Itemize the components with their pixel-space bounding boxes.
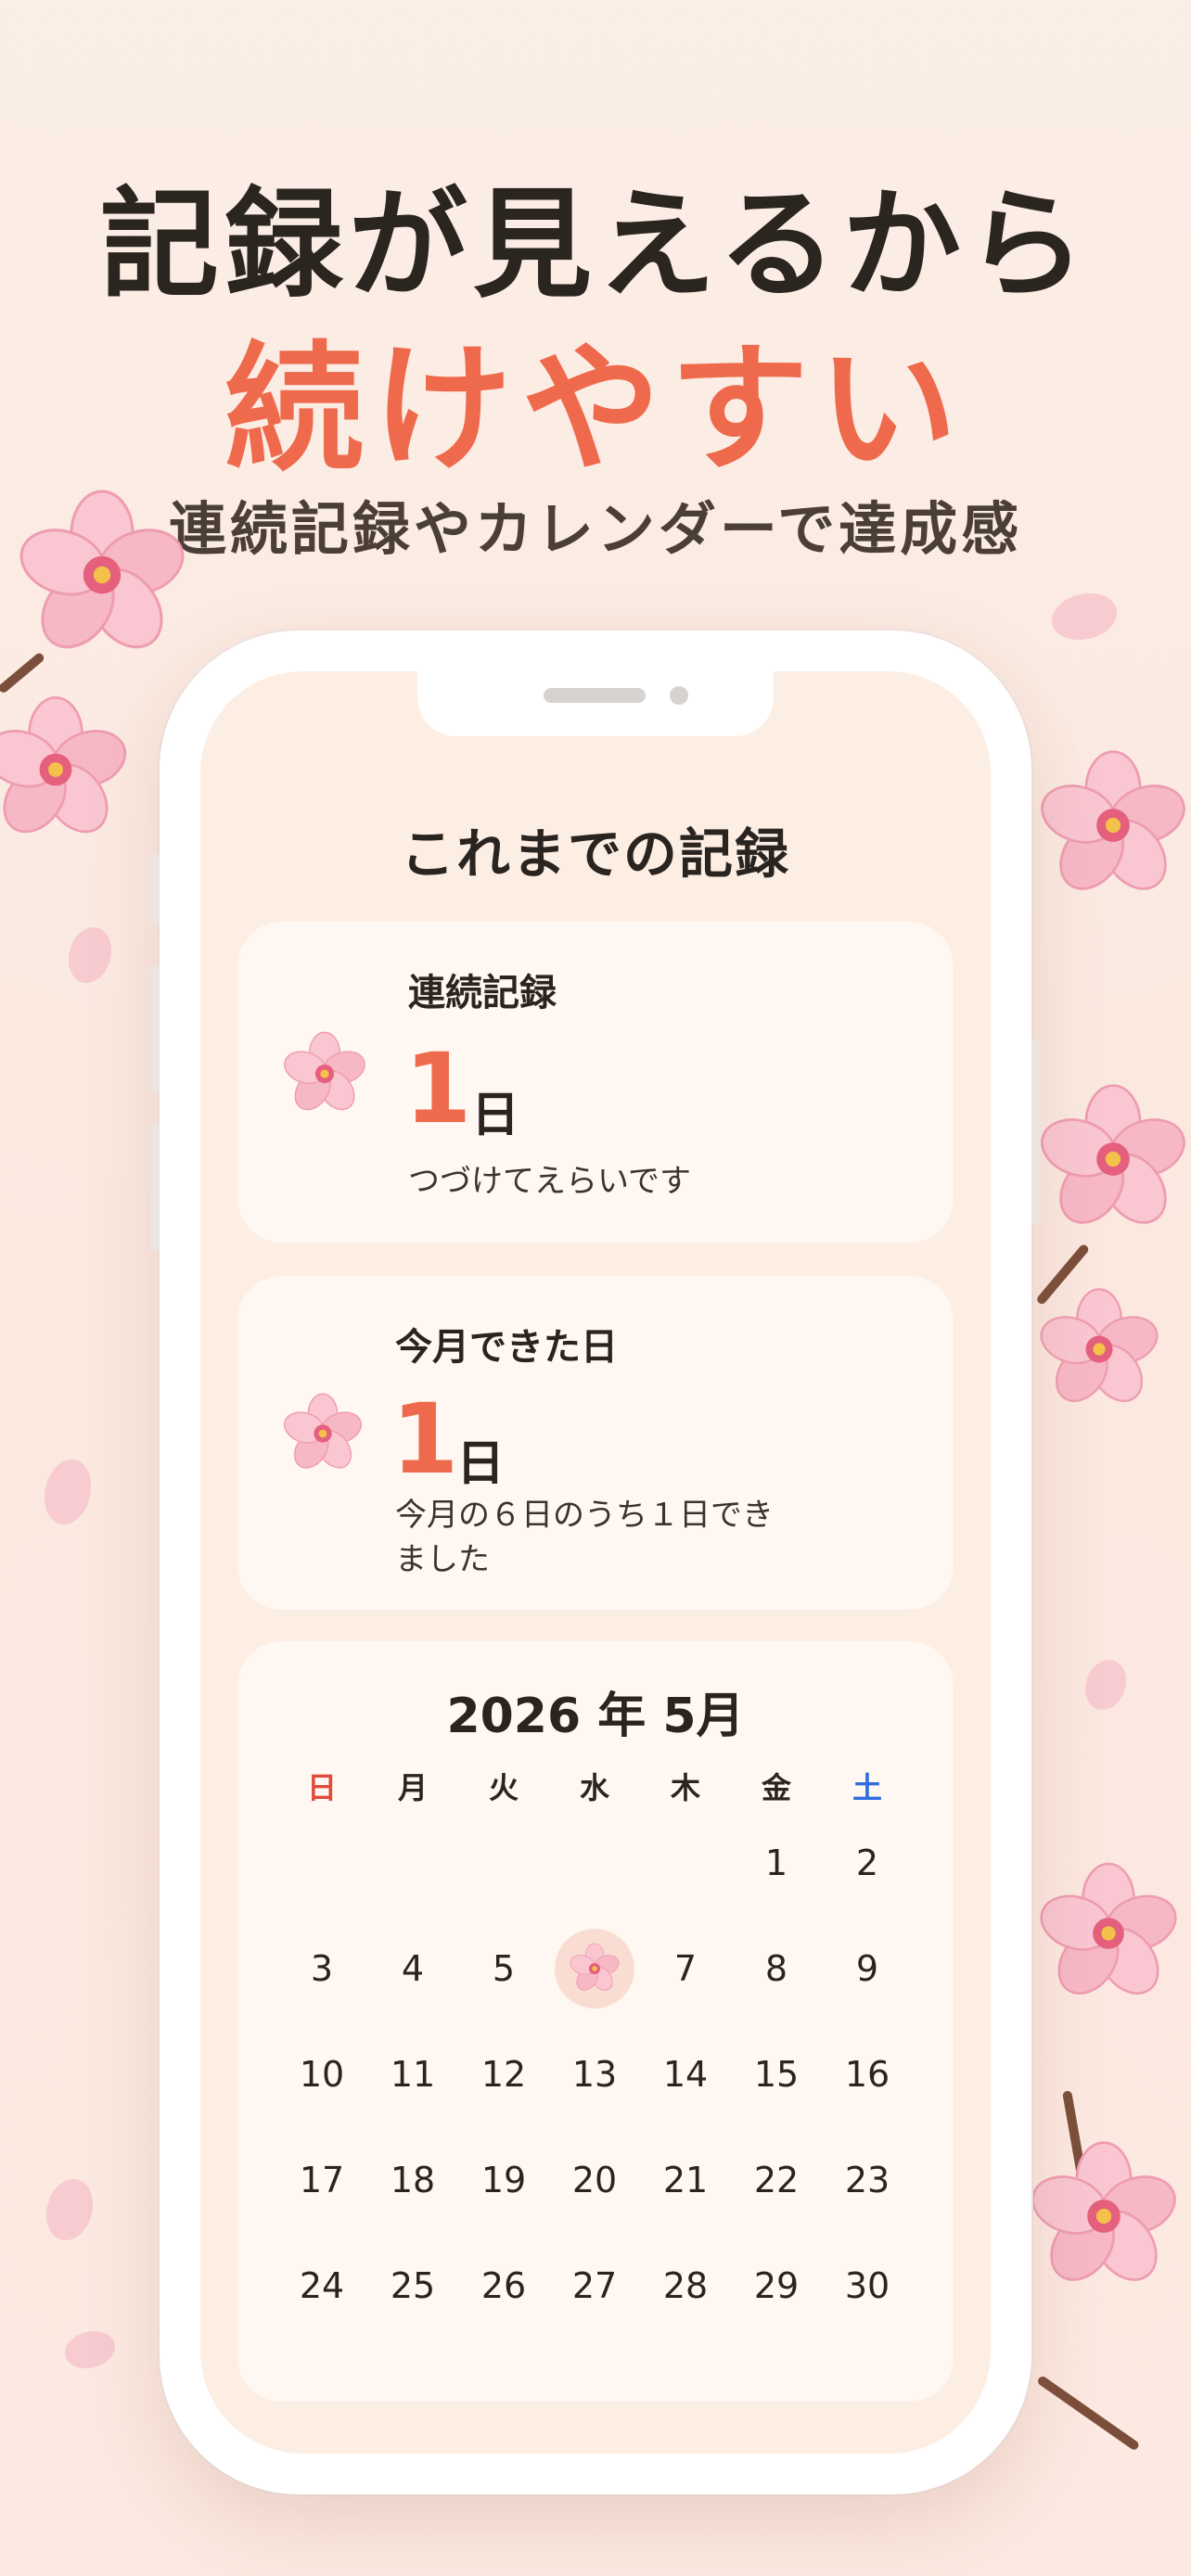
calendar-card: 2026 年 5月 日月火水木金土 1 2 3 4 5 7 8 9 10 11 12 13 14 15 16 1… (237, 1641, 954, 2402)
sakura-decoration-icon (1040, 1862, 1177, 1995)
calendar-day[interactable]: 5 (458, 1923, 549, 2014)
petal-decoration (69, 927, 111, 983)
month-message-line: 今月の６日のうち１日でき (395, 1497, 774, 1534)
calendar-day[interactable]: 1 (731, 1817, 822, 1908)
month-card: 今月できた日 1 日 今月の６日のうち１日でき ました (237, 1276, 954, 1610)
streak-value: 1 (404, 1032, 472, 1145)
month-value: 1 (391, 1383, 459, 1496)
phone-side-button (150, 1122, 160, 1252)
month-message: 今月の６日のうち１日でき ました (395, 1493, 774, 1582)
calendar-day[interactable]: 13 (549, 2029, 640, 2120)
calendar-day[interactable]: 9 (822, 1923, 913, 2014)
page-title: これまでの記録 (400, 823, 790, 886)
sakura-icon (570, 1943, 620, 1991)
calendar-day[interactable]: 20 (549, 2135, 640, 2225)
calendar-day[interactable]: 4 (367, 1923, 458, 2014)
month-unit: 日 (456, 1436, 506, 1492)
calendar-day[interactable]: 26 (458, 2240, 549, 2331)
phone-side-button (1031, 1039, 1041, 1224)
calendar-day[interactable]: 7 (640, 1923, 731, 2014)
phone-mockup: これまでの記録 連続記録 1 日 つづけてえらいです 今月できた日 1 日 今月… (150, 631, 1041, 2494)
calendar-day[interactable]: 23 (822, 2135, 913, 2225)
sakura-icon (284, 1031, 365, 1111)
streak-message: つづけてえらいです (408, 1163, 691, 1200)
speaker-grille (544, 688, 646, 703)
calendar-day[interactable]: 3 (276, 1923, 367, 2014)
month-label: 今月できた日 (395, 1326, 618, 1369)
phone-notch (417, 671, 774, 736)
sakura-decoration-icon (1041, 750, 1185, 890)
headline-accent: 続けやすい (224, 329, 967, 491)
calendar-day[interactable]: 19 (458, 2135, 549, 2225)
branch-decoration (1036, 2374, 1141, 2452)
phone-side-button (150, 853, 160, 927)
calendar-day[interactable]: 2 (822, 1817, 913, 1908)
weekday-header: 月 (397, 1770, 428, 1805)
calendar-day[interactable]: 8 (731, 1923, 822, 2014)
petal-decoration (65, 2331, 115, 2368)
weekday-header: 金 (761, 1770, 791, 1805)
weekday-header: 土 (852, 1770, 882, 1805)
petal-decoration (45, 1460, 91, 1524)
calendar-day[interactable]: 14 (640, 2029, 731, 2120)
calendar-day[interactable]: 10 (276, 2029, 367, 2120)
streak-unit: 日 (471, 1088, 520, 1143)
calendar-day[interactable]: 29 (731, 2240, 822, 2331)
petal-decoration (1052, 593, 1117, 640)
calendar-day[interactable]: 16 (822, 2029, 913, 2120)
calendar-day[interactable]: 27 (549, 2240, 640, 2331)
calendar-day[interactable]: 11 (367, 2029, 458, 2120)
calendar-day-marked[interactable] (549, 1923, 640, 2014)
calendar-day[interactable]: 17 (276, 2135, 367, 2225)
app-screen: これまでの記録 連続記録 1 日 つづけてえらいです 今月できた日 1 日 今月… (200, 671, 991, 2454)
petal-decoration (46, 2179, 93, 2240)
calendar-day[interactable]: 22 (731, 2135, 822, 2225)
calendar-day[interactable]: 18 (367, 2135, 458, 2225)
calendar-day[interactable]: 25 (367, 2240, 458, 2331)
headline-main: 記録が見えるから (99, 176, 1092, 314)
sakura-icon (284, 1393, 362, 1469)
calendar-day[interactable]: 12 (458, 2029, 549, 2120)
sakura-decoration-icon (1040, 1288, 1159, 1402)
streak-card: 連続記録 1 日 つづけてえらいです (237, 922, 954, 1243)
month-message-line: ました (395, 1541, 490, 1578)
sakura-decoration-icon (1031, 2141, 1176, 2281)
weekday-header: 木 (670, 1770, 700, 1805)
calendar-day[interactable]: 24 (276, 2240, 367, 2331)
sakura-decoration-icon (0, 696, 127, 834)
calendar-day[interactable]: 28 (640, 2240, 731, 2331)
petal-decoration (1085, 1660, 1126, 1710)
weekday-header: 火 (488, 1770, 519, 1805)
calendar-day[interactable]: 21 (640, 2135, 731, 2225)
streak-label: 連続記録 (408, 972, 557, 1014)
sakura-decoration-icon (19, 490, 185, 649)
weekday-header: 日 (306, 1770, 337, 1805)
calendar-day[interactable]: 15 (731, 2029, 822, 2120)
weekday-header: 水 (579, 1770, 609, 1805)
camera-dot (670, 686, 688, 705)
calendar-title: 2026 年 5月 (446, 1689, 745, 1744)
phone-side-button (150, 964, 160, 1094)
sakura-decoration-icon (1041, 1084, 1185, 1224)
calendar-day[interactable]: 30 (822, 2240, 913, 2331)
